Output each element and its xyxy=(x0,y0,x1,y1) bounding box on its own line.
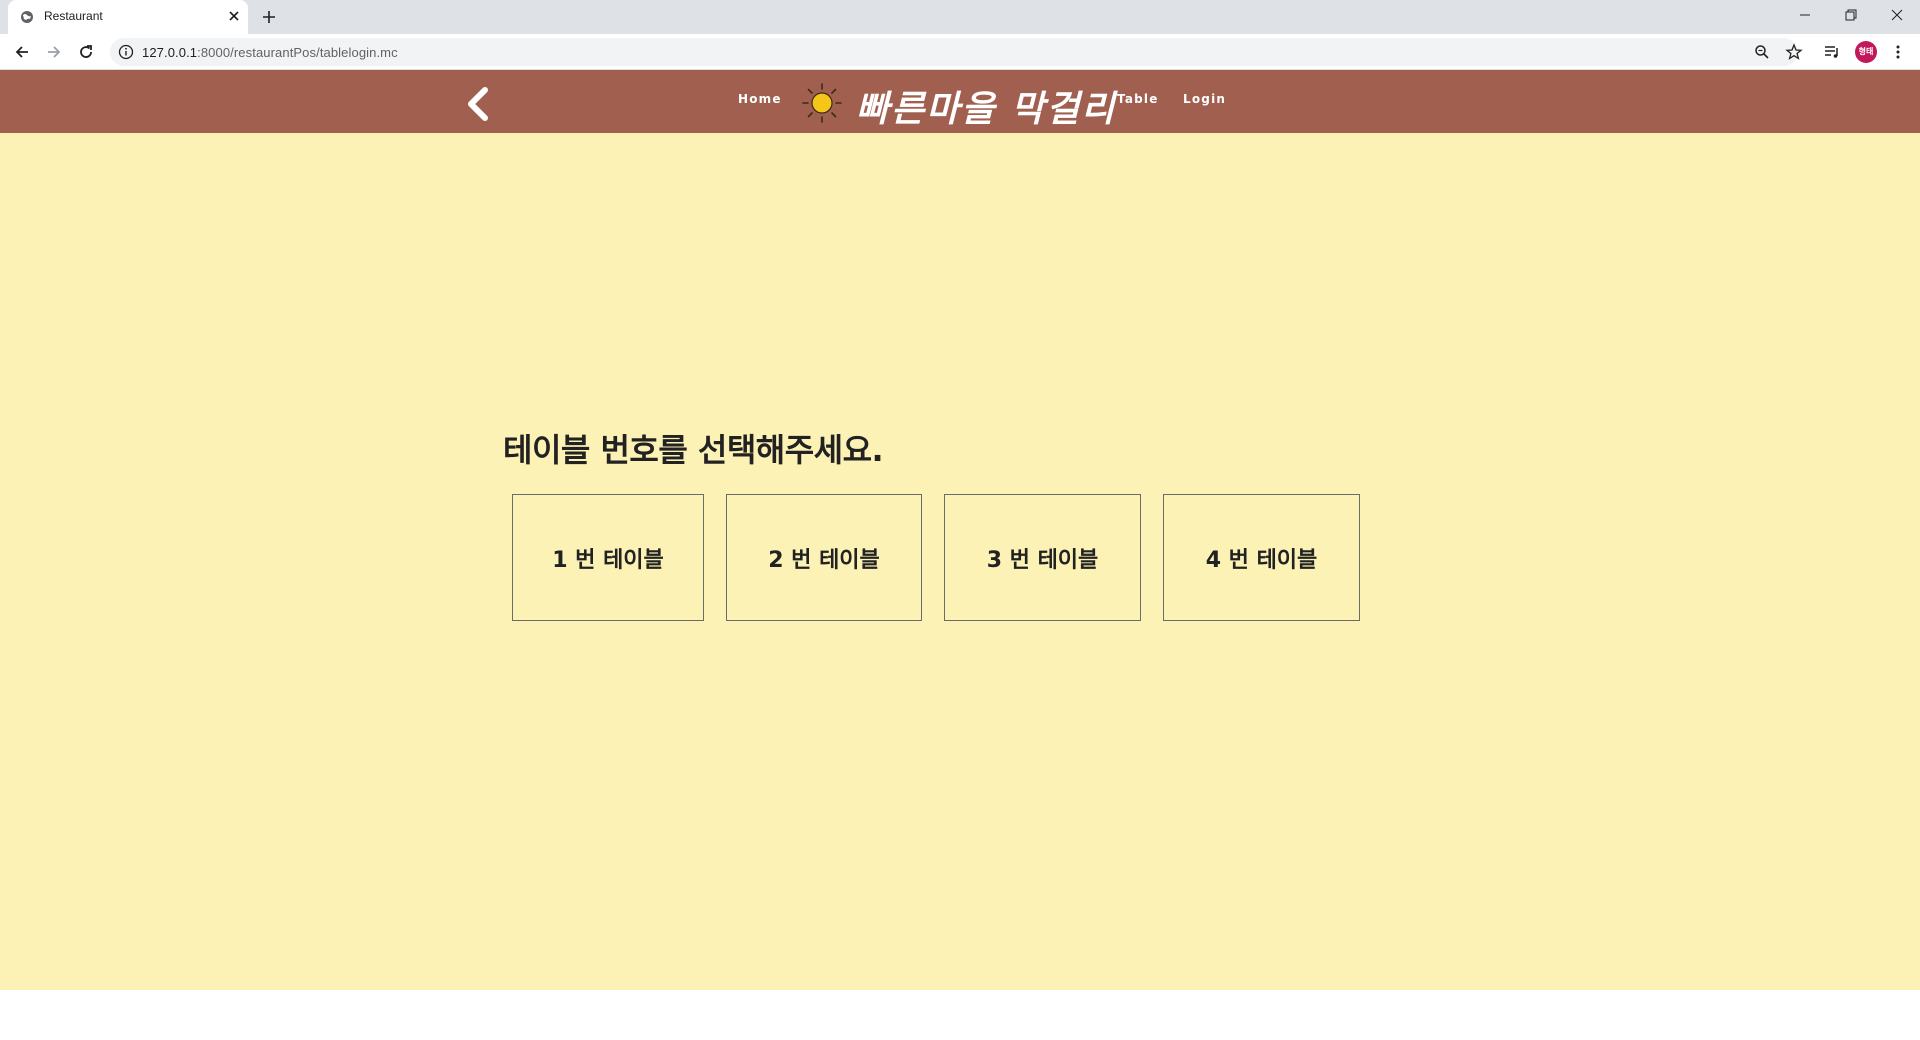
forward-icon[interactable] xyxy=(44,42,64,62)
nav-login-link[interactable]: Login xyxy=(1183,92,1226,106)
browser-toolbar: 127.0.0.1:8000/restaurantPos/tablelogin.… xyxy=(0,34,1920,70)
restore-icon[interactable] xyxy=(1841,6,1861,24)
media-icon[interactable] xyxy=(1823,43,1841,61)
table-1-button[interactable]: 1 번 테이블 xyxy=(512,494,704,621)
plus-icon[interactable] xyxy=(260,8,278,26)
tab-strip: Restaurant xyxy=(0,0,1920,34)
table-4-button[interactable]: 4 번 테이블 xyxy=(1163,494,1360,621)
nav-home-link[interactable]: Home xyxy=(738,92,782,106)
address-bar[interactable]: 127.0.0.1:8000/restaurantPos/tablelogin.… xyxy=(110,38,1803,66)
window-close-icon[interactable] xyxy=(1887,6,1907,24)
star-icon[interactable] xyxy=(1785,43,1803,61)
viewport-bottom-area xyxy=(0,990,1920,1040)
minimize-icon[interactable] xyxy=(1795,6,1815,24)
back-icon[interactable] xyxy=(12,42,32,62)
table-2-button[interactable]: 2 번 테이블 xyxy=(726,494,922,621)
menu-icon[interactable] xyxy=(1889,43,1907,61)
url-path: :8000/restaurantPos/tablelogin.mc xyxy=(197,45,398,60)
info-icon[interactable] xyxy=(118,44,134,60)
url-text: 127.0.0.1:8000/restaurantPos/tablelogin.… xyxy=(142,45,398,60)
page-body: Home 빠른마을 막걸리 Table Login 테이블 번호를 선택해주세요… xyxy=(0,70,1920,990)
profile-avatar[interactable]: 형태 xyxy=(1855,41,1877,63)
page-heading: 테이블 번호를 선택해주세요. xyxy=(503,431,884,469)
close-icon[interactable] xyxy=(226,8,242,24)
sun-icon xyxy=(802,83,842,123)
reload-icon[interactable] xyxy=(76,42,96,62)
chevron-left-icon[interactable] xyxy=(460,84,496,124)
table-3-button[interactable]: 3 번 테이블 xyxy=(944,494,1141,621)
url-host: 127.0.0.1 xyxy=(142,45,198,60)
globe-icon xyxy=(21,11,33,23)
zoom-icon[interactable] xyxy=(1753,43,1771,61)
site-logo-text[interactable]: 빠른마을 막걸리 xyxy=(856,80,1116,132)
site-navbar: Home 빠른마을 막걸리 Table Login xyxy=(0,70,1920,133)
tab-title: Restaurant xyxy=(44,9,103,23)
nav-table-link[interactable]: Table xyxy=(1117,92,1159,106)
browser-tab[interactable]: Restaurant xyxy=(8,0,248,34)
